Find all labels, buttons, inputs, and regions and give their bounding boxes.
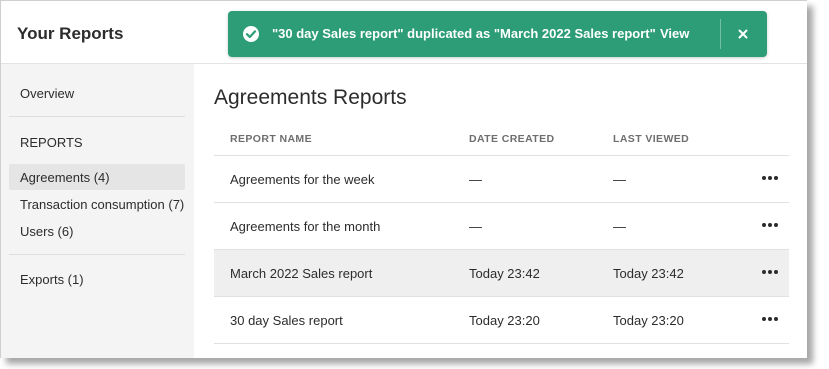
more-horizontal-icon[interactable] [760,313,780,325]
app-title: Your Reports [17,24,124,43]
app-window: Your Reports "30 day Sales report" dupli… [0,0,807,358]
column-header-last-viewed[interactable]: LAST VIEWED [613,133,689,145]
last-viewed: — [613,172,626,187]
sidebar-item-users[interactable]: Users (6) [9,218,185,244]
table-row[interactable]: Agreements for the month — — [214,203,789,250]
sidebar-item-label: Users (6) [20,224,74,239]
header: Your Reports "30 day Sales report" dupli… [1,1,807,64]
table-row[interactable]: 30 day Sales report Today 23:20 Today 23… [214,297,789,344]
column-header-report-name[interactable]: REPORT NAME [230,133,312,145]
table-row[interactable]: March 2022 Sales report Today 23:42 Toda… [214,250,789,297]
report-name[interactable]: Agreements for the week [230,172,375,187]
last-viewed: Today 23:42 [613,266,684,281]
sidebar-divider [9,116,185,117]
date-created: — [469,172,482,187]
main-content: Agreements Reports REPORT NAME DATE CREA… [194,64,807,358]
last-viewed: — [613,219,626,234]
date-created: Today 23:20 [469,313,540,328]
sidebar-item-label: Transaction consumption (7) [20,197,185,212]
toast-view-button[interactable]: View [660,26,689,41]
checkmark-circle-icon [243,26,259,42]
more-horizontal-icon[interactable] [760,172,780,184]
more-horizontal-icon[interactable] [760,266,780,278]
sidebar-item-transaction-consumption[interactable]: Transaction consumption (7) [9,191,185,217]
more-horizontal-icon[interactable] [760,219,780,231]
sidebar-item-label: Agreements (4) [20,170,110,185]
sidebar-item-agreements[interactable]: Agreements (4) [9,164,185,190]
report-name[interactable]: March 2022 Sales report [230,266,372,281]
sidebar-section-reports: REPORTS [20,135,83,150]
sidebar: Overview REPORTS Agreements (4) Transact… [1,64,194,358]
reports-table: REPORT NAME DATE CREATED LAST VIEWED Agr… [214,124,789,344]
table-row[interactable]: Agreements for the week — — [214,156,789,203]
date-created: Today 23:42 [469,266,540,281]
toast-message: "30 day Sales report" duplicated as "Mar… [272,26,656,41]
toast-divider [720,19,721,49]
success-toast: "30 day Sales report" duplicated as "Mar… [228,11,767,57]
page-title: Agreements Reports [214,86,407,109]
column-header-date-created[interactable]: DATE CREATED [469,133,555,145]
table-header: REPORT NAME DATE CREATED LAST VIEWED [214,124,789,156]
last-viewed: Today 23:20 [613,313,684,328]
sidebar-item-overview[interactable]: Overview [20,86,74,101]
close-icon[interactable] [733,24,753,44]
report-name[interactable]: 30 day Sales report [230,313,343,328]
sidebar-divider [9,254,185,255]
report-name[interactable]: Agreements for the month [230,219,380,234]
sidebar-item-exports[interactable]: Exports (1) [20,272,84,287]
date-created: — [469,219,482,234]
